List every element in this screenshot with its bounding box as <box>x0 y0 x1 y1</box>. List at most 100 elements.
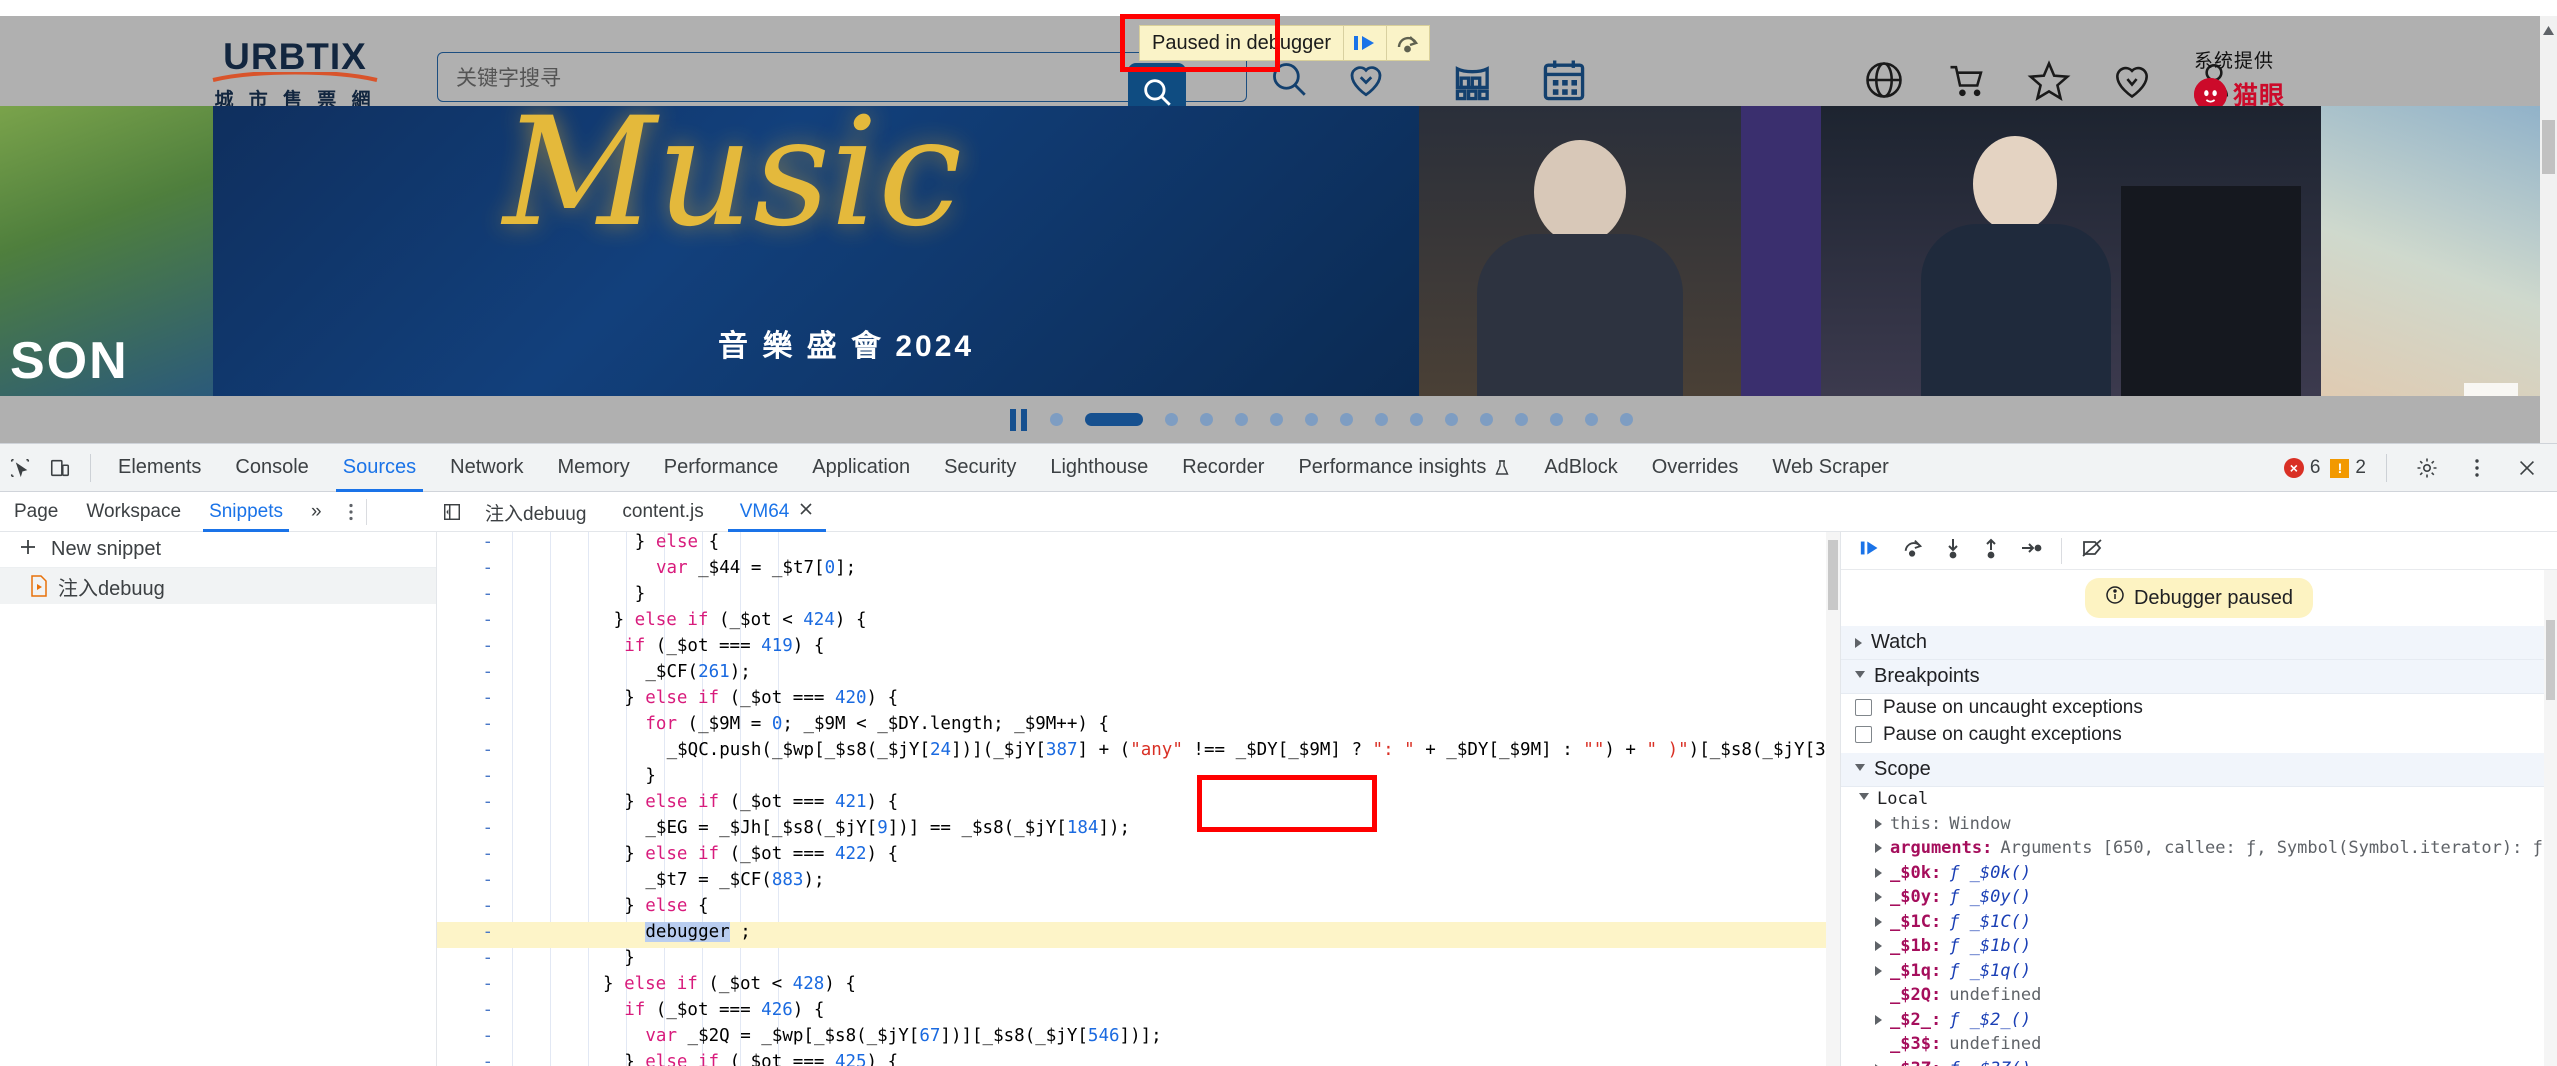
code-line[interactable]: - _$EG = _$Jh[_$s8(_$jY[9])] == _$s8(_$jY… <box>437 818 1840 844</box>
more-vertical-icon[interactable] <box>2457 444 2497 492</box>
new-snippet-button[interactable]: New snippet <box>0 532 436 568</box>
chevron-right-icon[interactable] <box>1875 1014 1882 1025</box>
scroll-to-top-button[interactable] <box>2464 383 2518 396</box>
line-gutter[interactable]: - <box>469 1000 493 1020</box>
tab-security[interactable]: Security <box>927 444 1033 492</box>
tab-network[interactable]: Network <box>433 444 540 492</box>
inspect-element-icon[interactable] <box>0 444 40 492</box>
deactivate-breakpoints-icon[interactable] <box>2080 537 2104 564</box>
scope-variable-row[interactable]: _$1q: ƒ _$1q() <box>1841 959 2557 984</box>
editor-scrollbar[interactable] <box>1826 532 1840 1066</box>
scope-variable-row[interactable]: this: Window <box>1841 812 2557 837</box>
venue-icon[interactable] <box>1450 54 1502 106</box>
close-icon[interactable] <box>2507 444 2547 492</box>
scope-variable-row[interactable]: arguments: Arguments [650, callee: ƒ, Sym… <box>1841 836 2557 861</box>
step-icon[interactable] <box>2019 537 2043 564</box>
line-gutter[interactable]: - <box>469 558 493 578</box>
code-line[interactable]: -} else if (_$ot === 420) { <box>437 688 1840 714</box>
chevron-right-icon[interactable] <box>1875 916 1882 927</box>
line-gutter[interactable]: - <box>469 844 493 864</box>
editor-tab-content-js[interactable]: content.js <box>604 492 721 532</box>
line-gutter[interactable]: - <box>469 1052 493 1066</box>
line-gutter[interactable]: - <box>469 792 493 812</box>
debugger-scrollbar-thumb[interactable] <box>2546 620 2555 700</box>
carousel-dot-active[interactable] <box>1085 413 1143 426</box>
line-gutter[interactable]: - <box>469 636 493 656</box>
line-gutter[interactable]: - <box>469 974 493 994</box>
checkbox-caught[interactable] <box>1855 726 1872 743</box>
code-editor[interactable]: -} else {- var _$44 = _$t7[0]; -} -} else i… <box>437 532 1840 1066</box>
code-line[interactable]: - if (_$ot === 426) { <box>437 1000 1840 1026</box>
code-line[interactable]: -} else if (_$ot < 424) { <box>437 610 1840 636</box>
line-gutter[interactable]: - <box>469 610 493 630</box>
carousel-dot[interactable] <box>1235 413 1248 426</box>
tab-application[interactable]: Application <box>795 444 927 492</box>
tab-lighthouse[interactable]: Lighthouse <box>1033 444 1165 492</box>
section-watch[interactable]: Watch <box>1841 626 2557 660</box>
code-line[interactable]: - var _$44 = _$t7[0]; <box>437 558 1840 584</box>
calendar-icon[interactable] <box>1538 54 1590 106</box>
pause-icon[interactable] <box>1010 408 1028 431</box>
warning-badge[interactable]: ! 2 <box>2330 457 2366 479</box>
code-line[interactable]: -} <box>437 584 1840 610</box>
nav-tab-workspace[interactable]: Workspace <box>72 492 195 532</box>
chevron-right-icon[interactable] <box>1875 818 1882 829</box>
resume-script-icon[interactable] <box>1344 25 1386 61</box>
carousel-dot[interactable] <box>1550 413 1563 426</box>
code-line[interactable]: -} <box>437 766 1840 792</box>
tab-recorder[interactable]: Recorder <box>1165 444 1281 492</box>
line-gutter[interactable]: - <box>469 766 493 786</box>
line-gutter[interactable]: - <box>469 584 493 604</box>
debugger-scrollbar[interactable] <box>2544 570 2557 1066</box>
pause-uncaught-exceptions-row[interactable]: Pause on uncaught exceptions <box>1841 694 2557 721</box>
line-gutter[interactable]: - <box>469 870 493 890</box>
zoom-icon[interactable] <box>1268 58 1310 100</box>
close-icon[interactable] <box>798 501 814 523</box>
checkbox-uncaught[interactable] <box>1855 699 1872 716</box>
carousel-dot[interactable] <box>1050 413 1063 426</box>
scope-variable-row[interactable]: _$0y: ƒ _$0y() <box>1841 885 2557 910</box>
nav-tab-snippets[interactable]: Snippets <box>195 492 297 532</box>
page-scrollbar[interactable] <box>2540 16 2557 443</box>
code-line[interactable]: - _$CF(261); <box>437 662 1840 688</box>
scope-variable-row[interactable]: _$0k: ƒ _$0k() <box>1841 861 2557 886</box>
step-over-icon[interactable] <box>1901 537 1925 564</box>
heart-icon[interactable] <box>2110 58 2154 102</box>
nav-tab-overflow[interactable]: » <box>297 492 336 532</box>
carousel-dot[interactable] <box>1165 413 1178 426</box>
step-out-icon[interactable] <box>1981 537 2001 564</box>
tab-overrides[interactable]: Overrides <box>1635 444 1756 492</box>
device-toolbar-icon[interactable] <box>40 444 80 492</box>
scope-variable-row[interactable]: _$1b: ƒ _$1b() <box>1841 934 2557 959</box>
scope-root-local[interactable]: Local <box>1841 787 2557 812</box>
heart-drop-icon[interactable] <box>1345 58 1387 100</box>
code-line[interactable]: -} else if (_$ot === 422) { <box>437 844 1840 870</box>
carousel-dot[interactable] <box>1515 413 1528 426</box>
code-line[interactable]: -} else if (_$ot === 421) { <box>437 792 1840 818</box>
scope-variable-row[interactable]: _$2_: ƒ _$2_() <box>1841 1008 2557 1033</box>
hero-banner-carousel[interactable]: SON Music 音 樂 盛 會 2024 <box>0 106 2557 396</box>
error-badge[interactable]: × 6 <box>2283 457 2320 479</box>
line-gutter[interactable]: - <box>469 818 493 838</box>
tab-adblock[interactable]: AdBlock <box>1527 444 1634 492</box>
code-line[interactable]: -} else { <box>437 532 1840 558</box>
tab-web-scraper[interactable]: Web Scraper <box>1755 444 1905 492</box>
line-gutter[interactable]: - <box>469 714 493 734</box>
step-over-icon[interactable] <box>1387 25 1429 61</box>
resume-script-icon[interactable] <box>1859 537 1883 564</box>
tab-console[interactable]: Console <box>218 444 325 492</box>
scrollbar-thumb[interactable] <box>2542 120 2555 174</box>
section-breakpoints[interactable]: Breakpoints <box>1841 660 2557 694</box>
scope-variable-row[interactable]: _$3$: undefined <box>1841 1032 2557 1057</box>
line-gutter[interactable]: - <box>469 922 493 942</box>
tab-sources[interactable]: Sources <box>326 444 433 492</box>
show-navigator-icon[interactable] <box>437 492 467 532</box>
globe-icon[interactable] <box>1862 58 1906 102</box>
site-logo[interactable]: URBTIX 城 市 售 票 網 <box>205 38 385 112</box>
editor-tab-injected-debug[interactable]: 注入debuug <box>467 492 604 532</box>
tab-memory[interactable]: Memory <box>541 444 647 492</box>
editor-scrollbar-thumb[interactable] <box>1828 540 1838 610</box>
line-gutter[interactable]: - <box>469 896 493 916</box>
more-vertical-icon[interactable] <box>336 492 366 532</box>
code-line[interactable]: - _$t7 = _$CF(883); <box>437 870 1840 896</box>
